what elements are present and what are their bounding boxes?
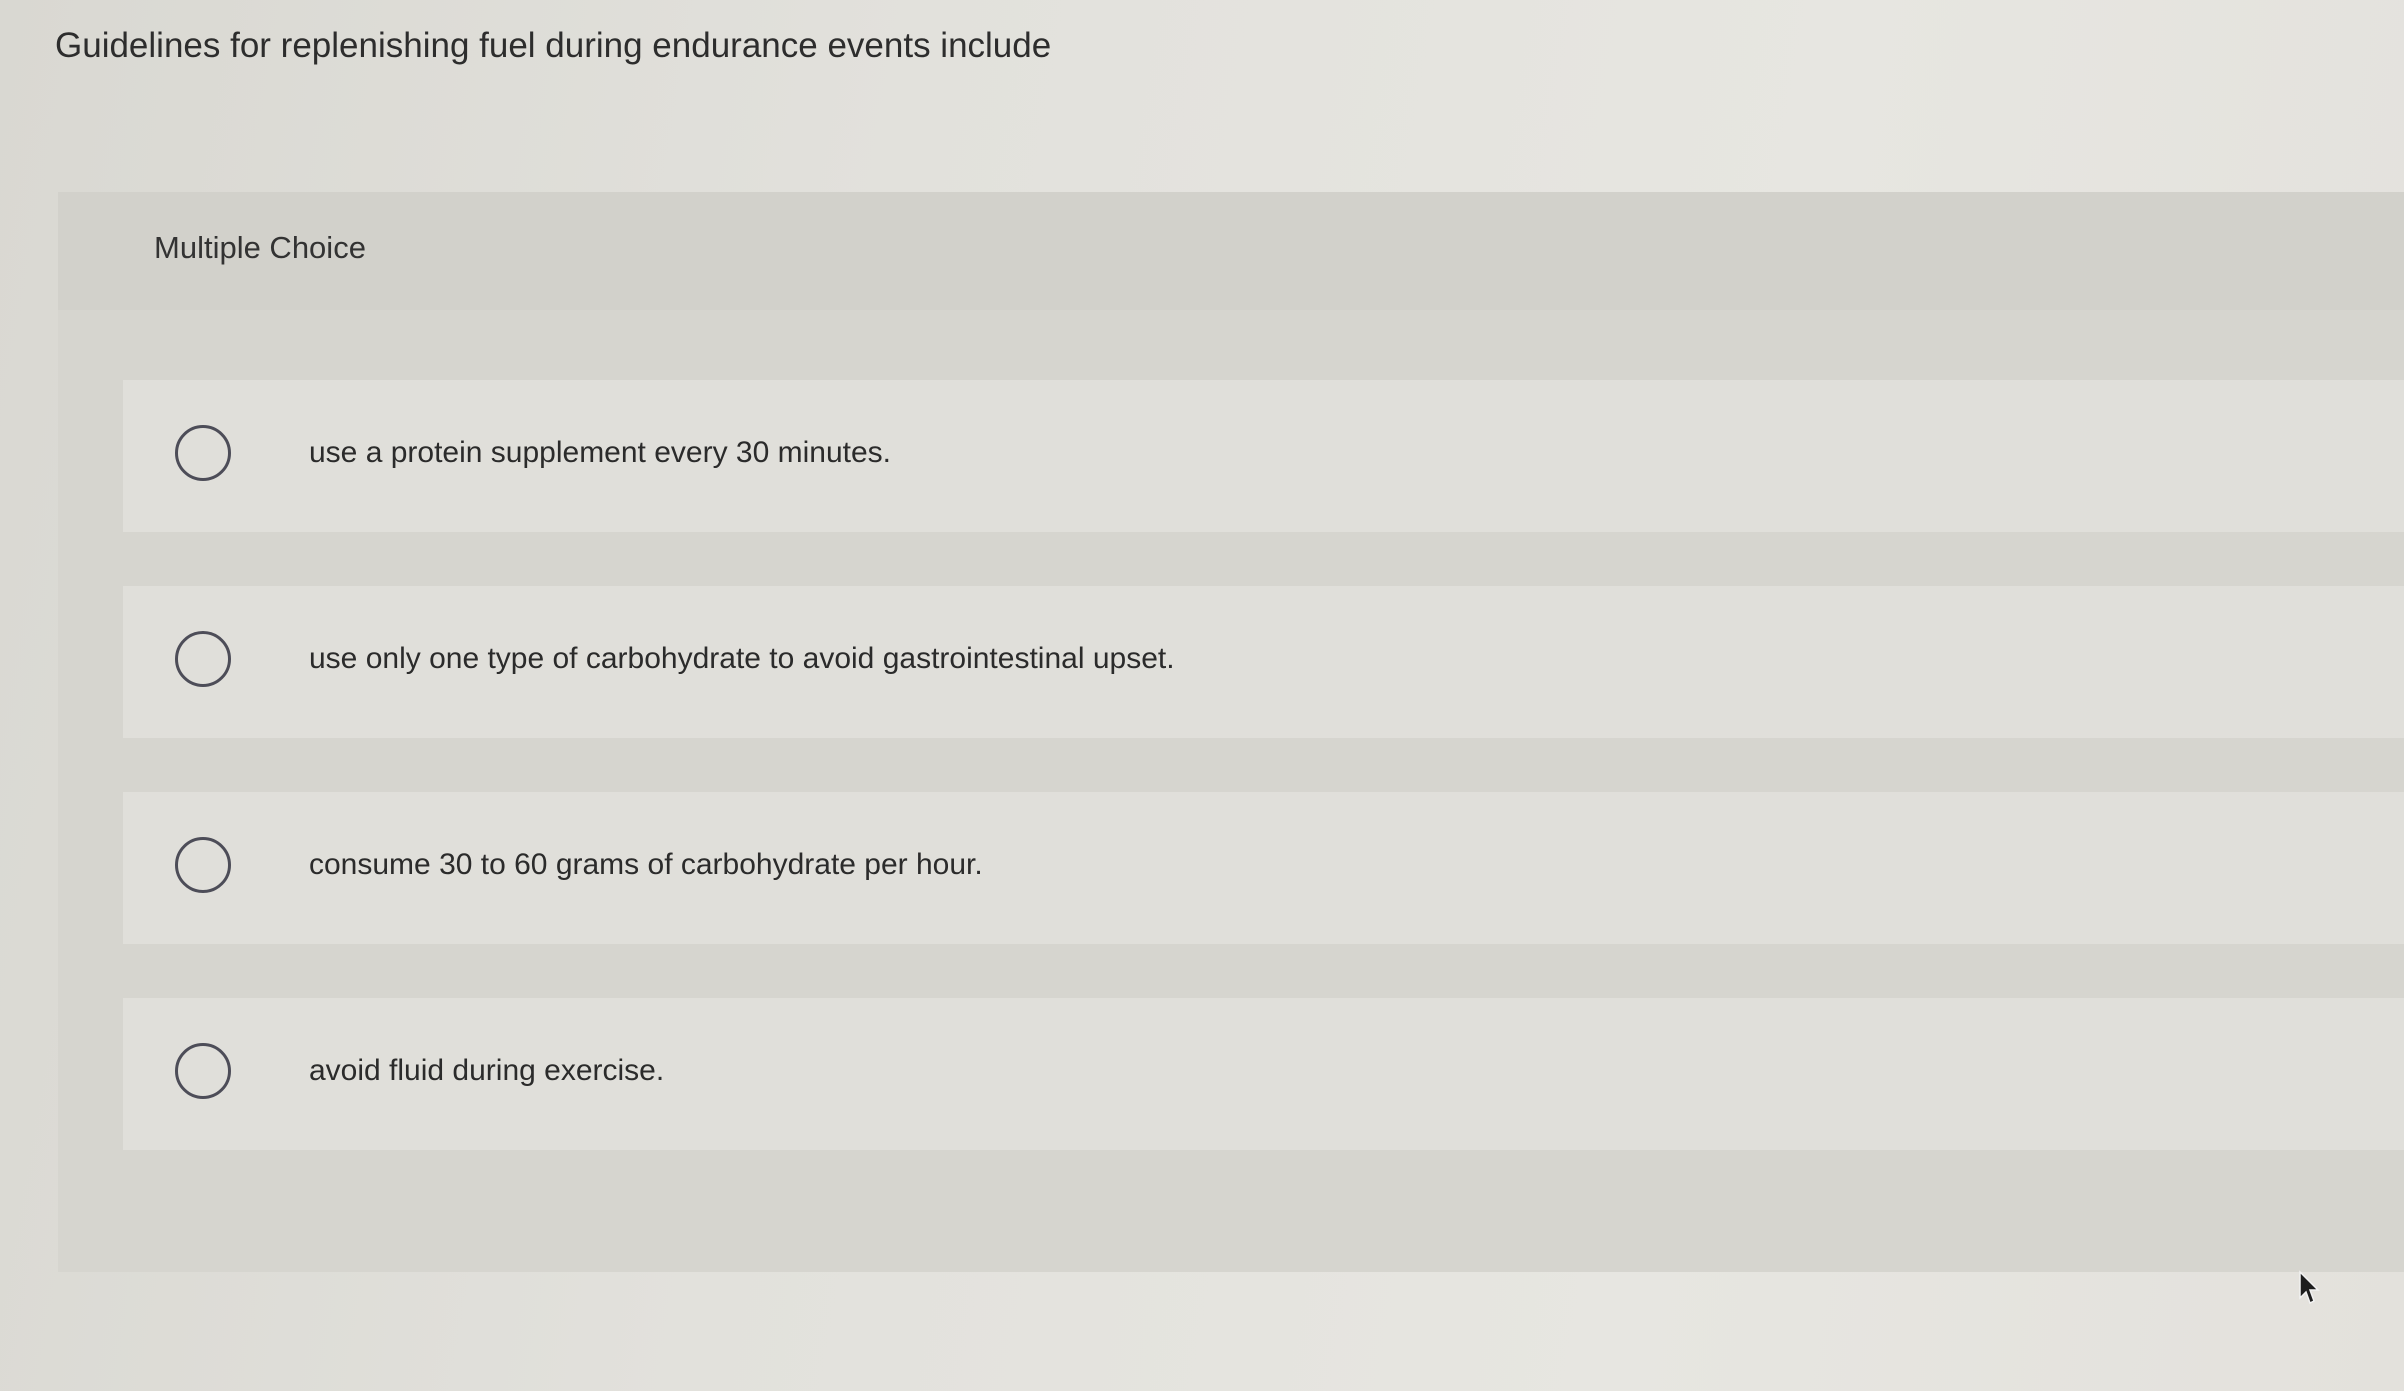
radio-unselected-icon[interactable]	[175, 837, 231, 893]
radio-unselected-icon[interactable]	[175, 631, 231, 687]
question-type-label: Multiple Choice	[154, 230, 366, 265]
answer-panel: Multiple Choice use a protein supplement…	[58, 192, 2404, 1272]
option-label[interactable]: use only one type of carbohydrate to avo…	[309, 642, 1175, 676]
option-row-4[interactable]: avoid fluid during exercise.	[123, 998, 2404, 1150]
radio-unselected-icon[interactable]	[175, 425, 231, 481]
option-label[interactable]: use a protein supplement every 30 minute…	[309, 436, 891, 470]
option-row-2[interactable]: use only one type of carbohydrate to avo…	[123, 586, 2404, 738]
option-label[interactable]: consume 30 to 60 grams of carbohydrate p…	[309, 848, 983, 882]
radio-unselected-icon[interactable]	[175, 1043, 231, 1099]
mouse-pointer-icon	[2299, 1270, 2320, 1305]
option-label[interactable]: avoid fluid during exercise.	[309, 1054, 664, 1088]
option-row-1[interactable]: use a protein supplement every 30 minute…	[123, 380, 2404, 532]
option-row-3[interactable]: consume 30 to 60 grams of carbohydrate p…	[123, 792, 2404, 944]
options-list: use a protein supplement every 30 minute…	[123, 380, 2404, 1204]
question-text: Guidelines for replenishing fuel during …	[55, 26, 1052, 65]
panel-header: Multiple Choice	[58, 192, 2404, 310]
